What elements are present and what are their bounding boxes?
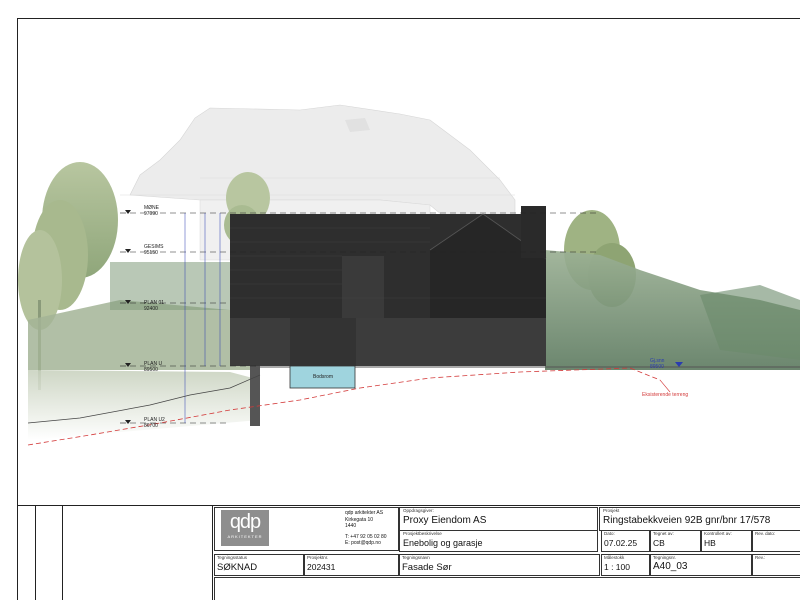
drawn-value: CB	[653, 538, 665, 548]
level-mone-label: MØNE 97090	[144, 205, 159, 217]
date-label: Dato:	[604, 531, 615, 536]
titleblock-left-col	[35, 505, 36, 600]
basement-label: Bodsrom	[313, 374, 334, 380]
hill-left-low	[28, 370, 260, 440]
existing-terrain-label: Eksisterende terreng	[642, 392, 689, 398]
drawing-name-label: Tegningsnavn	[402, 555, 430, 560]
checked-value: HB	[704, 538, 716, 548]
company-logo: qdp ARKITEKTER	[221, 510, 269, 546]
project-label: Prosjekt	[603, 508, 620, 513]
scale-label: Målestokk	[604, 555, 625, 560]
scale-value: 1 : 100	[604, 562, 630, 572]
company-info: qdp arkitekter AS Kirkegata 10 1440 T: +…	[345, 510, 387, 546]
ground-level-label: Gj.snn 89500	[650, 358, 665, 370]
projno-label: Prosjektnr.	[307, 555, 329, 560]
titleblock-left-col2	[62, 505, 63, 600]
level-planu-label: PLAN U 89500	[144, 361, 163, 373]
drawno-value: A40_03	[653, 561, 688, 572]
revdate-label: Rev. dato:	[755, 531, 776, 536]
level-plan01-label: PLAN 01 92400	[144, 300, 165, 312]
status-value: SØKNAD	[217, 562, 258, 573]
client-label: Oppdragsgiver:	[403, 508, 434, 513]
rev-label: Rev.:	[755, 555, 766, 560]
drawn-label: Tegnet av:	[653, 531, 674, 536]
project-value: Ringstabekkveien 92B gnr/bnr 17/578	[603, 515, 771, 526]
level-gesims-label: GESIMS 95150	[144, 244, 164, 256]
drawing-name-value: Fasade Sør	[402, 562, 452, 573]
main-building	[230, 206, 547, 426]
drawno-label: Tegningsnr.	[653, 555, 677, 560]
projno-value: 202431	[307, 562, 336, 572]
date-value: 07.02.25	[604, 538, 638, 548]
level-planu2-label: PLAN U2 86700	[144, 417, 165, 429]
desc-value: Enebolig og garasje	[403, 538, 483, 548]
titleblock-top-line	[17, 505, 800, 506]
chimney	[521, 206, 546, 258]
client-value: Proxy Eiendom AS	[403, 515, 487, 526]
checked-label: Kontrollert av:	[704, 531, 732, 536]
status-label: Tegningsstatus	[217, 555, 248, 560]
drawing-sheet: MØNE 97090 GESIMS 95150 PLAN 01 92400 PLAN …	[0, 0, 800, 600]
bottom-row-box	[214, 577, 800, 600]
facade-drawing	[18, 104, 800, 446]
titleblock-divider	[212, 505, 213, 600]
desc-label: Prosjektbeskrivelse	[403, 531, 442, 536]
